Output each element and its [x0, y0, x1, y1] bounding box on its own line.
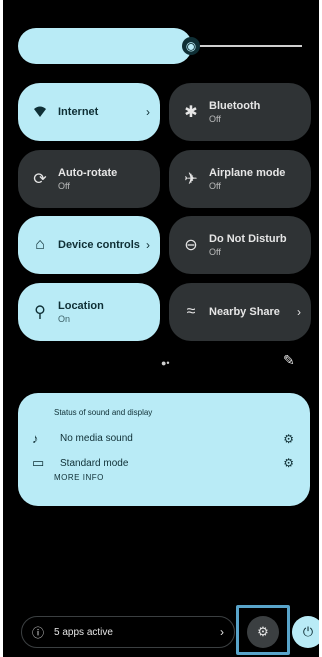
- home-icon: ⌂: [35, 236, 45, 253]
- active-apps-button[interactable]: ⓘ 5 apps active ›: [21, 616, 235, 648]
- tile-airplane-mode-title: Airplane mode: [209, 166, 286, 179]
- tile-location[interactable]: ⚲ Location On: [18, 283, 160, 341]
- brightness-slider[interactable]: ◉: [18, 28, 302, 64]
- tile-device-controls-title: Device controls: [58, 238, 140, 251]
- chevron-right-icon: ›: [297, 305, 301, 319]
- tile-dnd-title: Do Not Disturb: [209, 232, 287, 245]
- brightness-fill: [18, 28, 192, 64]
- info-icon: ⓘ: [32, 625, 45, 640]
- nearby-share-icon: ≈: [186, 303, 196, 320]
- chevron-right-icon: ›: [146, 238, 150, 252]
- tile-bluetooth[interactable]: ✱ Bluetooth Off: [169, 83, 311, 141]
- wifi-icon: [32, 104, 48, 120]
- tile-nearby-share[interactable]: ≈ Nearby Share ›: [169, 283, 311, 341]
- brightness-icon[interactable]: ◉: [182, 37, 200, 55]
- more-info-link[interactable]: MORE INFO: [54, 473, 104, 482]
- standard-mode-label: Standard mode: [60, 457, 129, 469]
- power-icon: ⏻: [302, 624, 314, 639]
- sound-display-card: Status of sound and display ♪ No media s…: [18, 393, 310, 506]
- tile-dnd-subtitle: Off: [209, 246, 221, 257]
- bluetooth-icon: ✱: [184, 104, 198, 121]
- tile-location-subtitle: On: [58, 313, 71, 324]
- tile-auto-rotate-title: Auto-rotate: [58, 166, 118, 179]
- no-media-sound-label: No media sound: [60, 433, 133, 444]
- edit-pencil-icon[interactable]: ✎: [283, 352, 295, 369]
- settings-icon[interactable]: ⚙: [283, 456, 294, 470]
- tile-bluetooth-title: Bluetooth: [209, 99, 261, 112]
- music-note-icon: ♪: [32, 431, 39, 446]
- tile-bluetooth-subtitle: Off: [209, 113, 221, 124]
- chevron-right-icon: ›: [146, 105, 150, 119]
- settings-highlight-box: [236, 605, 290, 655]
- tile-location-title: Location: [58, 299, 104, 312]
- tile-auto-rotate[interactable]: ⟳ Auto-rotate Off: [18, 150, 160, 208]
- chevron-right-icon: ›: [220, 625, 224, 639]
- rotate-icon: ⟳: [33, 171, 47, 188]
- active-apps-label: 5 apps active: [54, 626, 113, 638]
- no-media-sound-row[interactable]: ♪ No media sound ⚙: [32, 431, 294, 446]
- tile-airplane-mode-subtitle: Off: [209, 180, 221, 191]
- tile-airplane-mode[interactable]: ✈ Airplane mode Off: [169, 150, 311, 208]
- standard-mode-row[interactable]: ▭ Standard mode ⚙: [32, 455, 294, 471]
- tile-internet-title: Internet: [58, 105, 99, 118]
- airplane-icon: ✈: [184, 171, 198, 188]
- settings-icon[interactable]: ⚙: [283, 432, 294, 446]
- power-button[interactable]: ⏻: [292, 616, 319, 648]
- page-indicator: ●•: [161, 358, 170, 368]
- dnd-icon: ⊖: [184, 237, 198, 254]
- location-icon: ⚲: [34, 304, 46, 321]
- tile-device-controls[interactable]: ⌂ Device controls ›: [18, 216, 160, 274]
- tile-nearby-share-title: Nearby Share: [209, 305, 280, 318]
- tile-do-not-disturb[interactable]: ⊖ Do Not Disturb Off: [169, 216, 311, 274]
- tile-internet[interactable]: Internet ›: [18, 83, 160, 141]
- sound-card-header: Status of sound and display: [54, 408, 153, 417]
- tile-auto-rotate-subtitle: Off: [58, 180, 70, 191]
- display-icon: ▭: [32, 455, 45, 470]
- brightness-track: [192, 45, 302, 47]
- quick-settings-panel: ◉ Internet › ✱ Bluetooth Off ⟳ Auto-rota…: [3, 0, 319, 657]
